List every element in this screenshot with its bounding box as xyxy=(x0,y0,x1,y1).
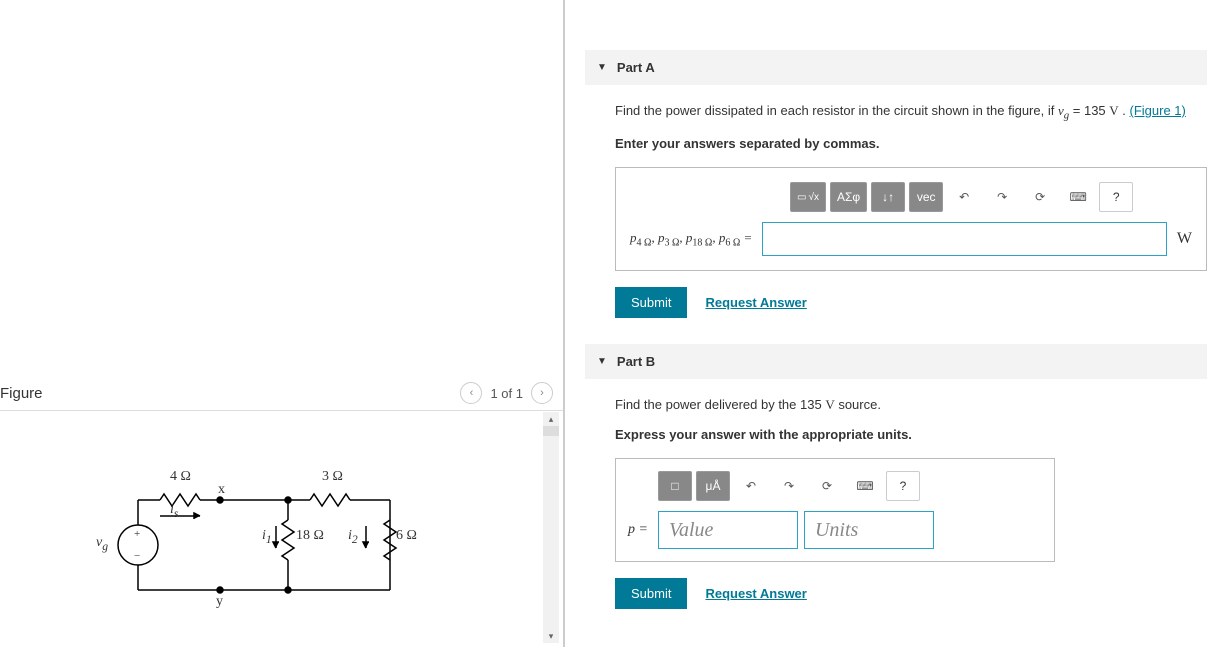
part-a-unit: W xyxy=(1177,230,1192,248)
part-b-toolbar: □ μÅ ↶ ↷ ⟳ ⌨ ? xyxy=(658,471,920,501)
i1-label: i1 xyxy=(262,528,272,546)
part-a-request-answer[interactable]: Request Answer xyxy=(705,295,806,310)
part-a-submit-row: Submit Request Answer xyxy=(615,287,1207,318)
reset-button[interactable]: ⟳ xyxy=(810,471,844,501)
keyboard-button[interactable]: ⌨ xyxy=(848,471,882,501)
part-b-lhs: p = xyxy=(628,522,648,538)
templates-button[interactable]: ▭√x xyxy=(790,182,826,212)
x-node-label: x xyxy=(218,482,225,498)
part-a-body: Find the power dissipated in each resist… xyxy=(585,85,1207,318)
part-a-submit-button[interactable]: Submit xyxy=(615,287,687,318)
undo-button[interactable]: ↶ xyxy=(734,471,768,501)
redo-button[interactable]: ↷ xyxy=(985,182,1019,212)
part-b-body: Find the power delivered by the 135 V so… xyxy=(585,379,1207,609)
keyboard-button[interactable]: ⌨ xyxy=(1061,182,1095,212)
part-b-value-input[interactable]: Value xyxy=(658,511,798,549)
next-figure-button[interactable]: › xyxy=(531,382,553,404)
r18-label: 18 Ω xyxy=(296,528,324,544)
is-label: is xyxy=(170,502,178,520)
part-b: ▼ Part B Find the power delivered by the… xyxy=(585,344,1207,609)
r6-label: 6 Ω xyxy=(396,528,417,544)
vector-button[interactable]: vec xyxy=(909,182,943,212)
scroll-up-icon[interactable]: ▴ xyxy=(543,412,559,426)
part-b-header[interactable]: ▼ Part B xyxy=(585,344,1207,379)
r4-label: 4 Ω xyxy=(170,469,191,485)
part-a-answer-input[interactable] xyxy=(762,222,1167,256)
scroll-down-icon[interactable]: ▾ xyxy=(543,629,559,643)
figure-link[interactable]: (Figure 1) xyxy=(1130,103,1186,118)
part-a: ▼ Part A Find the power dissipated in ea… xyxy=(585,50,1207,318)
templates-button[interactable]: □ xyxy=(658,471,692,501)
part-b-value-units: Value Units xyxy=(658,511,934,549)
source-plus-icon: + xyxy=(134,528,140,540)
subscript-button[interactable]: ↓↑ xyxy=(871,182,905,212)
r3-label: 3 Ω xyxy=(322,469,343,485)
vg-label: vg xyxy=(96,535,108,553)
undo-button[interactable]: ↶ xyxy=(947,182,981,212)
units-symbols-button[interactable]: μÅ xyxy=(696,471,730,501)
y-node-label: y xyxy=(216,594,223,610)
part-a-header[interactable]: ▼ Part A xyxy=(585,50,1207,85)
part-b-request-answer[interactable]: Request Answer xyxy=(705,586,806,601)
part-b-submit-button[interactable]: Submit xyxy=(615,578,687,609)
part-a-toolbar: ▭√x ΑΣφ ↓↑ vec ↶ ↷ ⟳ ⌨ ? xyxy=(790,182,1133,212)
part-b-instruction: Express your answer with the appropriate… xyxy=(615,425,1207,445)
part-a-instruction: Enter your answers separated by commas. xyxy=(615,134,1207,154)
part-a-prompt: Find the power dissipated in each resist… xyxy=(615,101,1207,124)
part-a-answer-box: ▭√x ΑΣφ ↓↑ vec ↶ ↷ ⟳ ⌨ ? p4 Ω, p3 Ω, xyxy=(615,167,1207,271)
part-b-answer-box: □ μÅ ↶ ↷ ⟳ ⌨ ? p = Value Units xyxy=(615,458,1055,562)
figure-title: Figure xyxy=(0,385,43,402)
scroll-thumb[interactable] xyxy=(543,426,559,436)
caret-down-icon: ▼ xyxy=(597,62,607,73)
left-pane: Figure ‹ 1 of 1 › ▴ ▾ xyxy=(0,0,565,647)
right-pane: ▼ Part A Find the power dissipated in ea… xyxy=(565,0,1227,647)
part-b-units-input[interactable]: Units xyxy=(804,511,934,549)
part-a-title: Part A xyxy=(617,60,655,75)
part-b-prompt: Find the power delivered by the 135 V so… xyxy=(615,395,1207,415)
figure-pager: ‹ 1 of 1 › xyxy=(460,382,553,404)
symbols-button[interactable]: ΑΣφ xyxy=(830,182,867,212)
figure-body: ▴ ▾ xyxy=(0,410,563,647)
part-a-lhs: p4 Ω, p3 Ω, p18 Ω, p6 Ω = xyxy=(630,230,752,249)
part-b-submit-row: Submit Request Answer xyxy=(615,578,1207,609)
caret-down-icon: ▼ xyxy=(597,356,607,367)
figure-page-count: 1 of 1 xyxy=(490,386,523,401)
source-minus-icon: − xyxy=(134,550,140,562)
part-b-title: Part B xyxy=(617,354,655,369)
prev-figure-button[interactable]: ‹ xyxy=(460,382,482,404)
i2-label: i2 xyxy=(348,528,358,546)
help-button[interactable]: ? xyxy=(1099,182,1133,212)
reset-button[interactable]: ⟳ xyxy=(1023,182,1057,212)
circuit-diagram: 4 Ω x 3 Ω is vg + − i1 18 Ω i2 6 Ω y xyxy=(90,470,430,635)
circuit-svg xyxy=(90,470,430,630)
figure-header: Figure ‹ 1 of 1 › xyxy=(0,380,563,411)
redo-button[interactable]: ↷ xyxy=(772,471,806,501)
figure-scrollbar[interactable]: ▴ ▾ xyxy=(543,412,559,643)
help-button[interactable]: ? xyxy=(886,471,920,501)
